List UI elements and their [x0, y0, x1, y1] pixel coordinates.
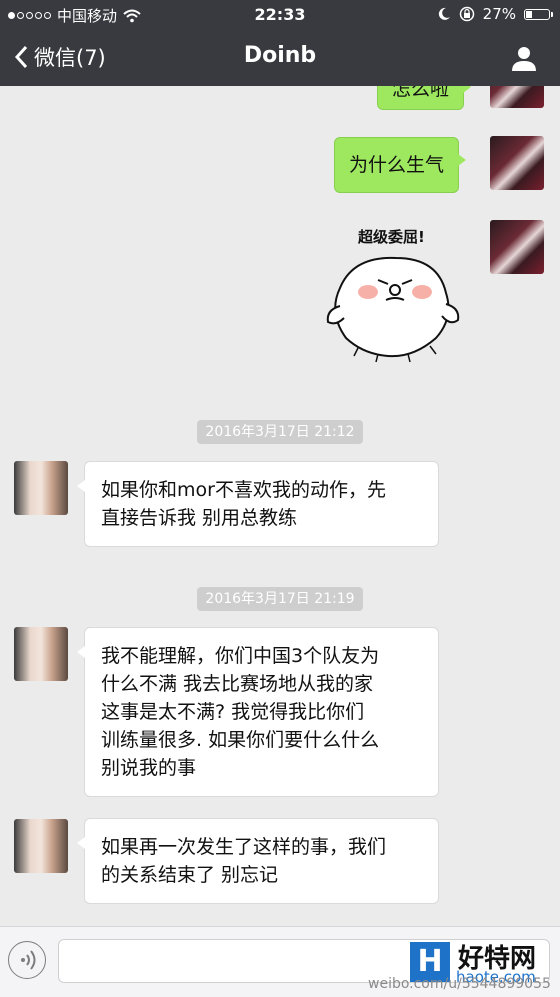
- avatar[interactable]: [14, 627, 68, 681]
- message-bubble-received[interactable]: 如果再一次发生了这样的事，我们 的关系结束了 别忘记: [77, 818, 439, 904]
- avatar[interactable]: [490, 220, 544, 274]
- status-bar: 中国移动 22:33 27%: [0, 0, 560, 30]
- avatar[interactable]: [14, 819, 68, 873]
- watermark-weibo: weibo.com/u/5544899055: [368, 976, 551, 992]
- chat-title: Doinb: [243, 43, 317, 68]
- avatar[interactable]: [490, 86, 544, 108]
- avatar[interactable]: [490, 136, 544, 190]
- voice-input-button[interactable]: [8, 941, 46, 979]
- message-bubble-sent[interactable]: 怎么啦: [377, 86, 472, 110]
- timestamp: 2016年3月17日 21:19: [0, 587, 560, 611]
- seal-sticker-icon: [326, 256, 460, 363]
- sticker[interactable]: 超级委屈!: [318, 218, 470, 368]
- orientation-lock-icon: [459, 6, 474, 22]
- battery-icon: [524, 8, 553, 20]
- message-bubble-sent[interactable]: 为什么生气: [334, 137, 467, 193]
- avatar[interactable]: [14, 461, 68, 515]
- profile-icon[interactable]: [510, 44, 538, 72]
- nav-bar: 微信(7) Doinb: [0, 30, 560, 86]
- timestamp: 2016年3月17日 21:12: [0, 420, 560, 444]
- message-bubble-received[interactable]: 我不能理解，你们中国3个队友为 什么不满 我去比赛场地从我的家 这事是太不满? …: [77, 627, 439, 797]
- moon-icon: [438, 7, 450, 20]
- status-right: 27%: [437, 5, 553, 23]
- chat-area[interactable]: 怎么啦 为什么生气 超级委屈! 2016年3月17日 21:12 如果你和mor…: [0, 86, 560, 926]
- message-bubble-received[interactable]: 如果你和mor不喜欢我的动作，先 直接告诉我 别用总教练: [77, 461, 439, 547]
- battery-percent: 27%: [482, 5, 516, 23]
- voice-icon: [21, 950, 36, 970]
